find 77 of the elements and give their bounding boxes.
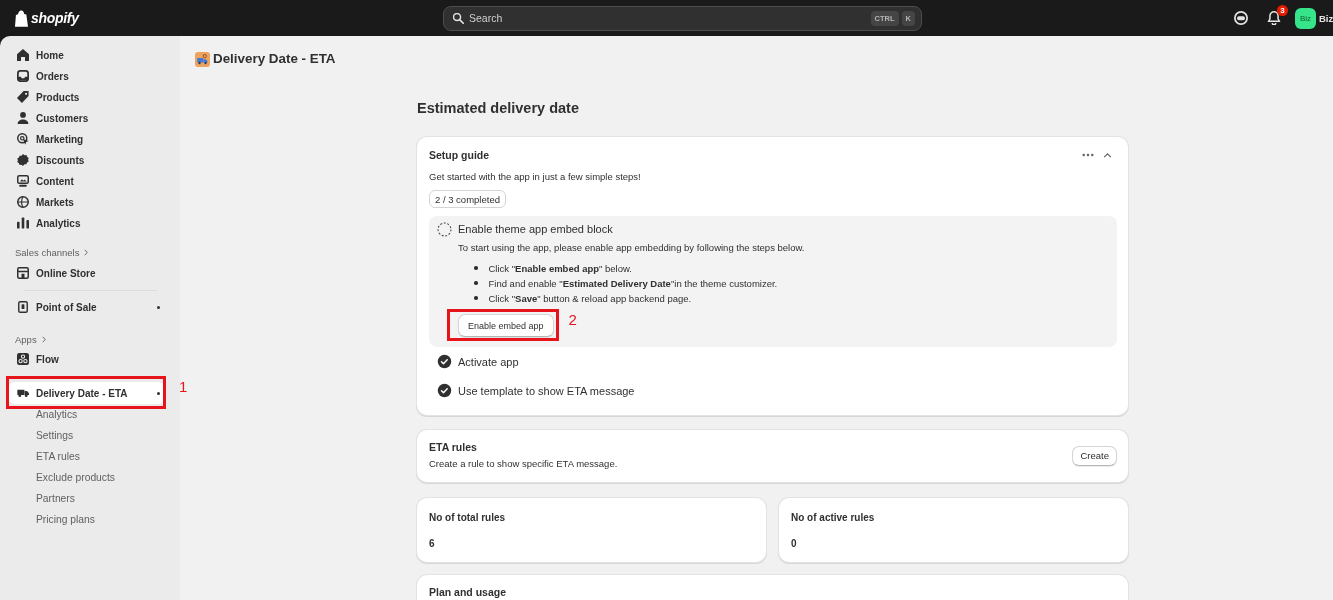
check-circle-icon[interactable] xyxy=(437,354,452,369)
nav-subitem[interactable]: Pricing plans xyxy=(8,509,165,530)
account-name[interactable]: Biz xyxy=(1319,12,1333,24)
badge-icon xyxy=(17,154,29,166)
bell-icon[interactable] xyxy=(1267,11,1281,25)
card-title: ETA rules xyxy=(429,441,478,454)
step-description: To start using the app, please enable app embedding by following the steps below. xyxy=(458,242,805,254)
nav-item[interactable]: Flow xyxy=(8,348,165,370)
truck-icon xyxy=(17,387,29,399)
card-title: Setup guide xyxy=(429,148,490,162)
nav-item[interactable]: Point of Sale xyxy=(8,296,165,318)
nav-subitem[interactable]: Exclude products xyxy=(8,467,165,488)
bar-chart-icon xyxy=(17,217,29,229)
storefront-icon xyxy=(17,267,29,279)
chevron-right-icon xyxy=(41,335,46,343)
target-cursor-icon xyxy=(17,133,29,145)
stat-label: No of total rules xyxy=(429,511,507,524)
nav-subitem[interactable]: ETA rules xyxy=(8,446,165,467)
monitor-icon xyxy=(17,175,29,187)
device-icon xyxy=(17,301,29,313)
annotation-number: 1 xyxy=(179,379,188,395)
nav-item[interactable]: Customers xyxy=(8,107,165,129)
section-heading[interactable]: Sales channels xyxy=(15,244,89,260)
embed-button[interactable]: Enable embed app xyxy=(458,314,554,337)
nav-item[interactable]: Orders xyxy=(8,65,165,87)
nav-item[interactable]: Markets xyxy=(8,191,165,213)
nav-subitem[interactable]: Settings xyxy=(8,425,165,446)
annotation-number: 2 xyxy=(568,312,577,328)
dashed-circle-icon[interactable] xyxy=(437,221,452,237)
section-heading[interactable]: Apps xyxy=(15,331,46,347)
search-field[interactable]: Search xyxy=(469,10,866,26)
step-title[interactable]: Use template to show ETA message xyxy=(458,383,635,398)
instruction-text: Click "Save" button & reload app backend page. xyxy=(488,292,692,304)
nav-item[interactable]: Discounts xyxy=(8,149,165,171)
nav-item[interactable]: Online Store xyxy=(8,262,165,284)
home-icon xyxy=(17,49,29,61)
card-subtitle: Get started with the app in just a few simple steps! xyxy=(429,171,641,183)
logo-text[interactable]: shopify xyxy=(31,9,79,27)
circle-band-icon[interactable] xyxy=(1234,11,1248,25)
more-icon[interactable] xyxy=(1082,153,1094,157)
bullet-icon xyxy=(474,266,478,270)
search-icon xyxy=(453,12,464,24)
progress-badge: 2 / 3 completed xyxy=(429,190,506,208)
instruction-text: Find and enable "Estimated Delivery Date"in the theme customizer. xyxy=(488,277,778,289)
chevron-right-icon xyxy=(84,248,89,256)
nav-item[interactable]: Analytics xyxy=(8,212,165,234)
nav-item[interactable]: Delivery Date - ETA xyxy=(8,382,165,404)
avatar[interactable]: Biz xyxy=(1295,7,1316,29)
bullet-icon xyxy=(474,281,478,285)
nav-item[interactable]: Products xyxy=(8,86,165,108)
person-icon xyxy=(17,112,29,124)
globe-icon xyxy=(17,196,29,208)
shopping-bag-icon[interactable] xyxy=(15,9,28,27)
inbox-icon xyxy=(17,70,29,82)
card-title: Plan and usage xyxy=(429,585,507,598)
page-heading: Estimated delivery date xyxy=(417,99,580,118)
chevron-up-icon[interactable] xyxy=(1103,152,1112,158)
stat-label: No of active rules xyxy=(791,511,876,524)
nodes-tile-icon xyxy=(17,353,29,365)
tag-icon xyxy=(17,91,29,103)
nav-item[interactable]: Home xyxy=(8,44,165,66)
nav-subitem[interactable]: Partners xyxy=(8,488,165,509)
instruction-text: Click "Enable embed app" below. xyxy=(488,262,632,274)
check-circle-icon[interactable] xyxy=(437,383,452,398)
stat-value: 6 xyxy=(429,537,436,550)
bullet-icon xyxy=(474,296,478,300)
card-description: Create a rule to show specific ETA message. xyxy=(429,458,618,470)
truck-tile-icon xyxy=(195,51,210,67)
nav-item[interactable]: Marketing xyxy=(8,128,165,150)
notification-badge: 3 xyxy=(1277,5,1288,16)
create-button[interactable]: Create xyxy=(1072,445,1117,466)
page-title: Delivery Date - ETA xyxy=(213,50,336,68)
step-title[interactable]: Enable theme app embed block xyxy=(458,222,613,236)
nav-item[interactable]: Content xyxy=(8,170,165,192)
step-title[interactable]: Activate app xyxy=(458,354,519,369)
nav-subitem[interactable]: Analytics xyxy=(8,404,165,425)
stat-value: 0 xyxy=(791,537,798,550)
